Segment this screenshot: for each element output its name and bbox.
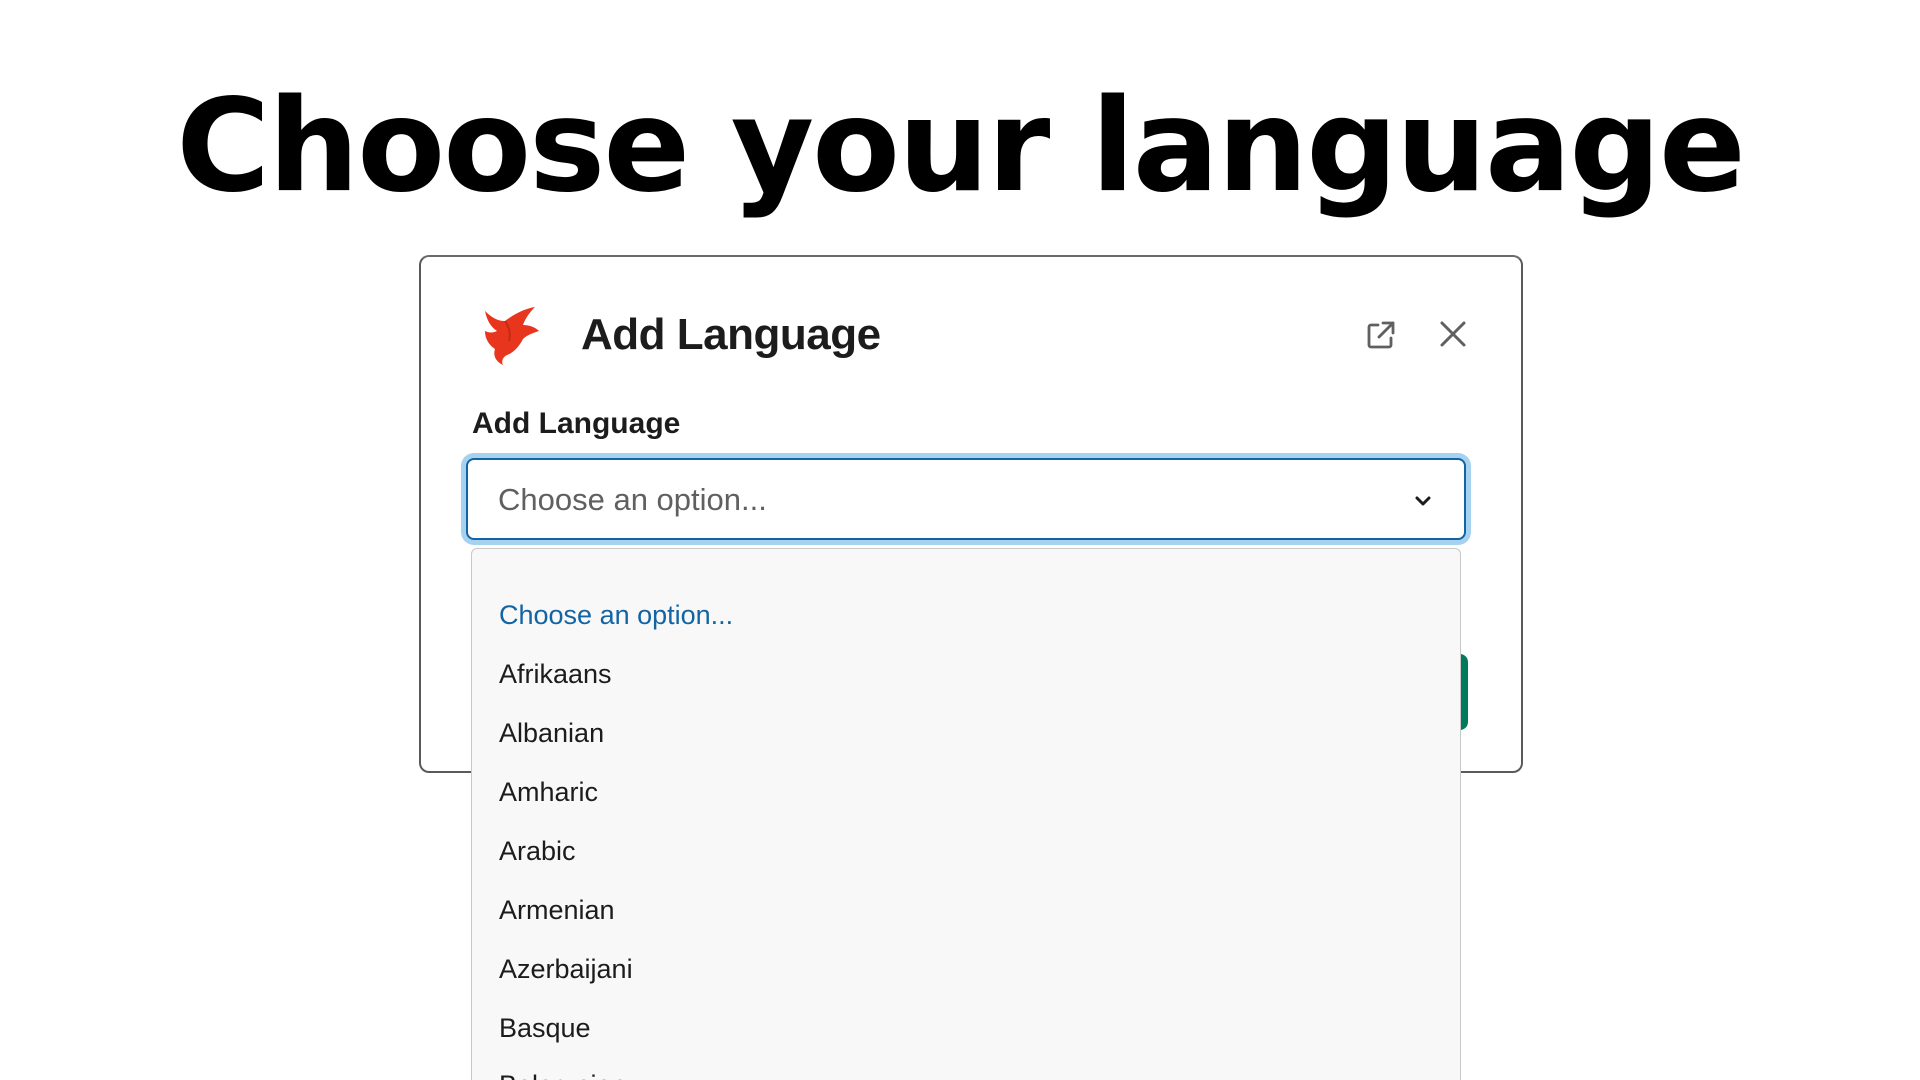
add-language-label: Add Language [472, 407, 681, 440]
option-arabic[interactable]: Arabic [499, 827, 576, 875]
option-basque[interactable]: Basque [499, 1004, 591, 1052]
close-icon[interactable] [1435, 316, 1471, 352]
language-select[interactable]: Choose an option... [466, 458, 1466, 540]
option-afrikaans[interactable]: Afrikaans [499, 650, 612, 698]
option-belarusian[interactable]: Belarusian [499, 1061, 627, 1080]
option-armenian[interactable]: Armenian [499, 886, 615, 934]
screen: Choose your language Add Language Add La… [0, 0, 1920, 1080]
option-albanian[interactable]: Albanian [499, 709, 604, 757]
language-dropdown-list[interactable]: Choose an option... Afrikaans Albanian A… [471, 548, 1461, 1080]
dialog-title: Add Language [581, 310, 881, 359]
dialog-header: Add Language [479, 301, 1471, 371]
chevron-down-icon [1415, 496, 1431, 506]
open-external-icon[interactable] [1363, 317, 1399, 353]
option-azerbaijani[interactable]: Azerbaijani [499, 945, 633, 993]
option-amharic[interactable]: Amharic [499, 768, 598, 816]
select-value: Choose an option... [498, 482, 767, 517]
option-choose[interactable]: Choose an option... [499, 591, 733, 639]
phoenix-bird-icon [485, 307, 539, 365]
page-headline: Choose your language [176, 72, 1746, 221]
